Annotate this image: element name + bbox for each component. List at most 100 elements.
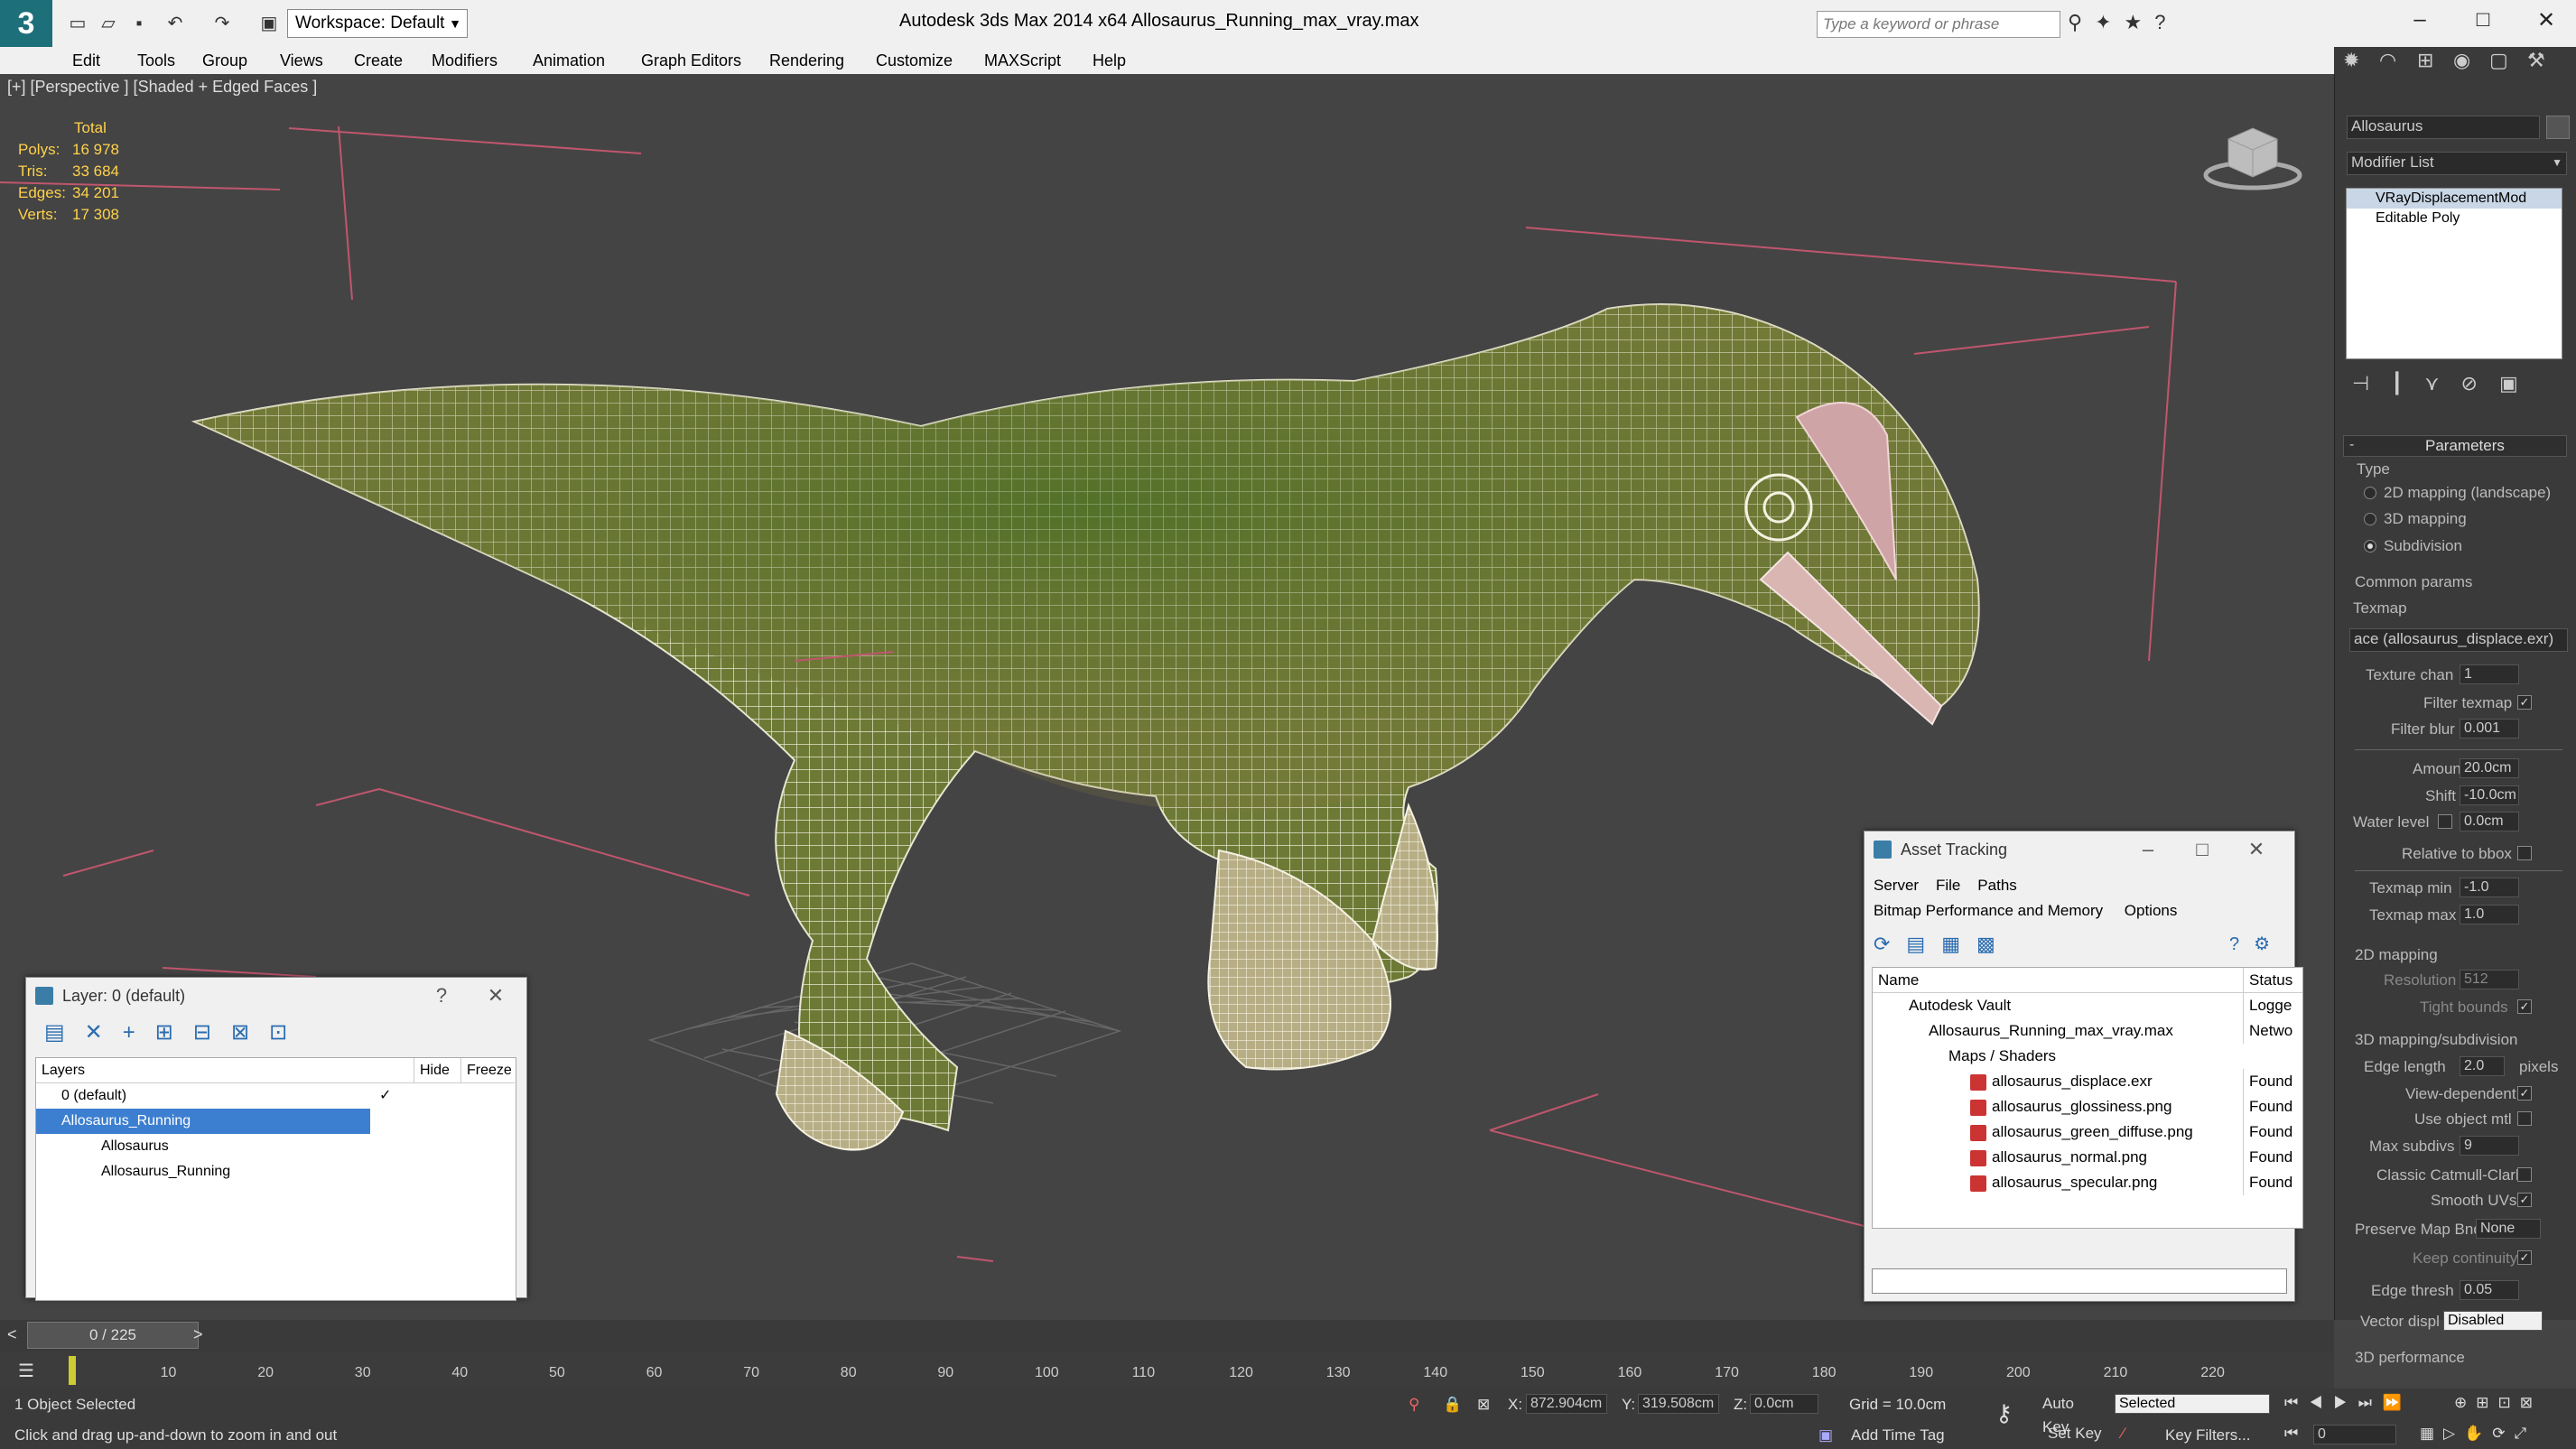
- texmap-button[interactable]: ace (allosaurus_displace.exr): [2349, 628, 2568, 652]
- radio-3d-mapping[interactable]: [2364, 513, 2376, 525]
- prev-frame-icon[interactable]: <: [7, 1325, 17, 1344]
- minimize-icon[interactable]: –: [2130, 831, 2166, 868]
- radio-2d-mapping[interactable]: [2364, 487, 2376, 499]
- project-icon[interactable]: ▣: [256, 11, 282, 36]
- viewport-label[interactable]: [+] [Perspective ] [Shaded + Edged Faces…: [7, 78, 317, 97]
- playback-controls[interactable]: ⏮◀▶⏭⏩: [2284, 1394, 2413, 1412]
- use-object-mtl-checkbox[interactable]: [2517, 1111, 2532, 1126]
- search-input[interactable]: Type a keyword or phrase: [1817, 11, 2060, 38]
- hierarchy-tab-icon[interactable]: ⊞: [2417, 49, 2433, 72]
- create-tab-icon[interactable]: ✹: [2343, 49, 2359, 72]
- menu-edit[interactable]: Edit: [72, 51, 100, 70]
- max-subdivs-spinner[interactable]: 9: [2460, 1136, 2519, 1156]
- viewcube-icon[interactable]: [2203, 119, 2302, 191]
- current-frame-field[interactable]: 0: [2313, 1425, 2396, 1444]
- isolate-icon[interactable]: ⚲: [1409, 1396, 1419, 1414]
- relative-bbox-checkbox[interactable]: [2517, 846, 2532, 860]
- smooth-uvs-checkbox[interactable]: ✓: [2517, 1193, 2532, 1207]
- motion-tab-icon[interactable]: ◉: [2453, 49, 2470, 72]
- parameters-rollout-header[interactable]: - Parameters: [2343, 435, 2567, 457]
- texmap-max-spinner[interactable]: 1.0: [2460, 905, 2519, 924]
- vector-displ-dropdown[interactable]: Disabled: [2443, 1311, 2543, 1331]
- display-tab-icon[interactable]: ▢: [2489, 49, 2508, 72]
- keep-continuity-checkbox[interactable]: ✓: [2517, 1250, 2532, 1265]
- asset-row[interactable]: Autodesk Vault Logge: [1873, 993, 2302, 1018]
- layer-row[interactable]: Allosaurus_Running: [36, 1109, 370, 1134]
- menu-animation[interactable]: Animation: [533, 51, 605, 70]
- menu-bitmap-performance[interactable]: Bitmap Performance and Memory: [1874, 902, 2103, 919]
- infocenter-icons[interactable]: ⚲✦★?: [2068, 11, 2179, 34]
- asset-row[interactable]: Allosaurus_Running_max_vray.max Netwo: [1873, 1018, 2302, 1044]
- menu-graph-editors[interactable]: Graph Editors: [641, 51, 741, 70]
- asset-toolbar[interactable]: ⟳▤▦▩: [1874, 933, 2012, 956]
- help-icons[interactable]: ?⚙: [2229, 933, 2284, 955]
- lock-icon[interactable]: 🔒: [1443, 1396, 1462, 1414]
- redo-icon[interactable]: ↷: [209, 11, 235, 36]
- x-coordinate[interactable]: 872.904cm: [1526, 1394, 1607, 1414]
- filter-texmap-checkbox[interactable]: ✓: [2517, 695, 2532, 710]
- menu-help[interactable]: Help: [1093, 51, 1126, 70]
- texture-chan-spinner[interactable]: 1: [2460, 664, 2519, 684]
- menu-maxscript[interactable]: MAXScript: [984, 51, 1061, 70]
- set-key-icon[interactable]: ⁄: [2122, 1425, 2125, 1443]
- minimize-icon[interactable]: –: [2402, 7, 2438, 33]
- tight-bounds-checkbox[interactable]: ✓: [2517, 999, 2532, 1014]
- asset-row[interactable]: allosaurus_normal.png Found: [1873, 1145, 2302, 1170]
- menu-file[interactable]: File: [1936, 877, 1960, 894]
- classic-catmull-checkbox[interactable]: [2517, 1167, 2532, 1182]
- resolution-spinner[interactable]: 512: [2460, 970, 2519, 989]
- next-frame-icon[interactable]: >: [193, 1325, 203, 1344]
- water-level-checkbox[interactable]: [2438, 814, 2452, 829]
- go-start-icon[interactable]: ⏮: [2284, 1425, 2298, 1443]
- shift-spinner[interactable]: -10.0cm: [2460, 785, 2519, 805]
- track-bar[interactable]: ☰ 10 20 30 40 50 60 70 80 90 100 110 120 130 140 150 16…: [0, 1352, 2334, 1389]
- menu-customize[interactable]: Customize: [876, 51, 953, 70]
- radio-subdivision[interactable]: [2364, 540, 2376, 553]
- modifier-stack[interactable]: VRayDisplacementMod Editable Poly: [2346, 188, 2562, 359]
- object-name-field[interactable]: Allosaurus: [2347, 116, 2540, 139]
- viewport-nav-icons[interactable]: ▦▷✋⟳⤢: [2420, 1425, 2535, 1443]
- close-icon[interactable]: ✕: [478, 978, 514, 1014]
- view-dependent-checkbox[interactable]: ✓: [2517, 1086, 2532, 1101]
- preserve-map-dropdown[interactable]: None: [2476, 1219, 2541, 1239]
- asset-path-field[interactable]: [1872, 1268, 2287, 1294]
- layer-row[interactable]: Allosaurus_Running: [36, 1159, 515, 1184]
- menu-paths[interactable]: Paths: [1977, 877, 2016, 894]
- asset-tracking-titlebar[interactable]: Asset Tracking – □ ✕: [1865, 831, 2294, 868]
- undo-icon[interactable]: ↶: [163, 11, 188, 36]
- asset-row[interactable]: allosaurus_green_diffuse.png Found: [1873, 1119, 2302, 1145]
- curve-editor-icon[interactable]: ☰: [18, 1360, 34, 1382]
- layer-row[interactable]: 0 (default) ✓: [36, 1083, 515, 1109]
- asset-row[interactable]: allosaurus_specular.png Found: [1873, 1170, 2302, 1195]
- modify-tab-icon[interactable]: ◠: [2379, 49, 2396, 72]
- save-icon[interactable]: ▪: [126, 11, 152, 36]
- y-coordinate[interactable]: 319.508cm: [1638, 1394, 1719, 1414]
- open-icon[interactable]: ▱: [96, 11, 121, 36]
- texmap-min-spinner[interactable]: -1.0: [2460, 878, 2519, 897]
- add-time-tag-button[interactable]: Add Time Tag: [1851, 1426, 1945, 1444]
- asset-row[interactable]: allosaurus_displace.exr Found: [1873, 1069, 2302, 1094]
- auto-key-button[interactable]: Auto Key: [2042, 1392, 2104, 1435]
- workspace-dropdown[interactable]: Workspace: Default ▼: [287, 9, 468, 38]
- modifier-list-dropdown[interactable]: Modifier List ▼: [2347, 152, 2567, 175]
- key-icon[interactable]: ⚷: [1995, 1399, 2013, 1427]
- absolute-mode-icon[interactable]: ⊠: [1477, 1396, 1490, 1414]
- layer-row[interactable]: Allosaurus: [36, 1134, 515, 1159]
- menu-rendering[interactable]: Rendering: [769, 51, 844, 70]
- time-tag-icon[interactable]: ▣: [1818, 1426, 1833, 1444]
- maximize-icon[interactable]: □: [2184, 831, 2220, 868]
- menu-group[interactable]: Group: [202, 51, 247, 70]
- asset-row[interactable]: Maps / Shaders: [1873, 1044, 2302, 1069]
- menu-options[interactable]: Options: [2125, 902, 2178, 919]
- set-key-button[interactable]: Set Key: [2048, 1423, 2104, 1444]
- new-icon[interactable]: ▭: [65, 11, 90, 36]
- edge-thresh-spinner[interactable]: 0.05: [2460, 1280, 2519, 1300]
- time-slider-thumb[interactable]: 0 / 225: [27, 1322, 199, 1349]
- z-coordinate[interactable]: 0.0cm: [1750, 1394, 1818, 1414]
- menu-create[interactable]: Create: [354, 51, 403, 70]
- help-icon[interactable]: ?: [423, 978, 460, 1014]
- key-filters-button[interactable]: Key Filters...: [2165, 1426, 2250, 1444]
- menu-views[interactable]: Views: [280, 51, 323, 70]
- filter-blur-spinner[interactable]: 0.001: [2460, 719, 2519, 738]
- water-level-spinner[interactable]: 0.0cm: [2460, 812, 2519, 831]
